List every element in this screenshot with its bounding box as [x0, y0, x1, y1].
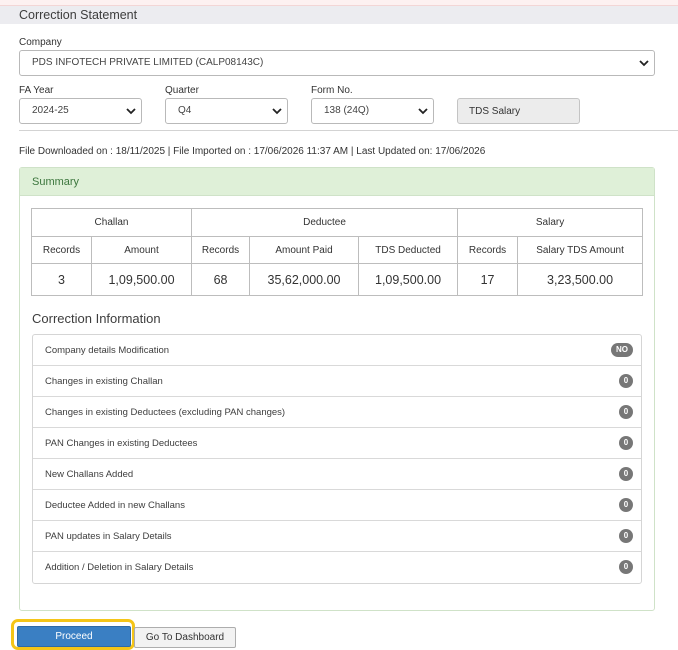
column-header: Amount Paid: [249, 236, 360, 264]
count-badge: 0: [619, 498, 633, 512]
table-cell: 1,09,500.00: [358, 263, 459, 296]
quarter-value: Q4: [178, 105, 192, 116]
list-item-label: New Challans Added: [45, 469, 134, 480]
summary-header: Summary: [20, 168, 654, 196]
form-no-label: Form No.: [311, 85, 353, 96]
proceed-button[interactable]: Proceed: [17, 626, 131, 647]
fa-year-select[interactable]: 2024-25: [19, 98, 142, 124]
table-cell: 3: [31, 263, 92, 296]
count-badge: 0: [619, 560, 633, 574]
page-title: Correction Statement: [19, 8, 138, 22]
table-header-row: Records Amount Records Amount Paid TDS D…: [31, 236, 644, 264]
table-cell: 3,23,500.00: [517, 263, 644, 296]
file-status-text: File Downloaded on : 18/11/2025 | File I…: [19, 146, 486, 157]
summary-title: Summary: [32, 176, 80, 188]
list-item: New Challans Added 0: [33, 459, 641, 490]
chevron-down-icon: [639, 60, 649, 67]
page-header: Correction Statement: [0, 6, 678, 24]
tds-salary-button[interactable]: TDS Salary: [457, 98, 580, 124]
group-deductee: Deductee: [191, 208, 459, 237]
table-cell: 35,62,000.00: [249, 263, 360, 296]
list-item: Deductee Added in new Challans 0: [33, 490, 641, 521]
count-badge: 0: [619, 467, 633, 481]
column-header: TDS Deducted: [358, 236, 459, 264]
chevron-down-icon: [418, 108, 428, 115]
company-select[interactable]: PDS INFOTECH PRIVATE LIMITED (CALP08143C…: [19, 50, 655, 76]
list-item-label: Company details Modification: [45, 345, 170, 356]
correction-list: Company details Modification NO Changes …: [32, 334, 642, 584]
count-badge: 0: [619, 529, 633, 543]
summary-table: Challan Deductee Salary Records Amount R…: [30, 208, 644, 296]
table-cell: 1,09,500.00: [90, 263, 193, 296]
group-challan: Challan: [30, 208, 193, 237]
list-item: Addition / Deletion in Salary Details 0: [33, 552, 641, 583]
company-label: Company: [19, 37, 62, 48]
chevron-down-icon: [126, 108, 136, 115]
company-select-value: PDS INFOTECH PRIVATE LIMITED (CALP08143C…: [32, 57, 264, 68]
column-header: Amount: [90, 236, 193, 264]
list-item: Changes in existing Deductees (excluding…: [33, 397, 641, 428]
table-cell: 17: [457, 263, 519, 296]
list-item: Company details Modification NO: [33, 335, 641, 366]
column-header: Records: [31, 236, 92, 264]
status-badge: NO: [611, 343, 633, 357]
list-item-label: Addition / Deletion in Salary Details: [45, 562, 194, 573]
table-cell: 68: [191, 263, 251, 296]
list-item: PAN Changes in existing Deductees 0: [33, 428, 641, 459]
summary-panel: Summary Challan Deductee Salary Records …: [19, 167, 655, 611]
count-badge: 0: [619, 436, 633, 450]
quarter-select[interactable]: Q4: [165, 98, 288, 124]
go-to-dashboard-button[interactable]: Go To Dashboard: [134, 627, 236, 648]
count-badge: 0: [619, 405, 633, 419]
list-item: PAN updates in Salary Details 0: [33, 521, 641, 552]
table-group-row: Challan Deductee Salary: [30, 208, 644, 237]
correction-information-title: Correction Information: [32, 311, 161, 326]
chevron-down-icon: [272, 108, 282, 115]
divider: [19, 130, 678, 131]
count-badge: 0: [619, 374, 633, 388]
group-salary: Salary: [457, 208, 644, 237]
list-item-label: Changes in existing Deductees (excluding…: [45, 407, 286, 418]
fa-year-value: 2024-25: [32, 105, 69, 116]
list-item-label: PAN Changes in existing Deductees: [45, 438, 198, 449]
quarter-label: Quarter: [165, 85, 199, 96]
fa-year-label: FA Year: [19, 85, 54, 96]
column-header: Salary TDS Amount: [517, 236, 644, 264]
column-header: Records: [457, 236, 519, 264]
form-no-value: 138 (24Q): [324, 105, 370, 116]
list-item: Changes in existing Challan 0: [33, 366, 641, 397]
list-item-label: Deductee Added in new Challans: [45, 500, 185, 511]
tds-salary-label: TDS Salary: [469, 106, 521, 117]
table-row: 3 1,09,500.00 68 35,62,000.00 1,09,500.0…: [31, 263, 644, 296]
form-no-select[interactable]: 138 (24Q): [311, 98, 434, 124]
list-item-label: PAN updates in Salary Details: [45, 531, 172, 542]
column-header: Records: [191, 236, 251, 264]
list-item-label: Changes in existing Challan: [45, 376, 163, 387]
